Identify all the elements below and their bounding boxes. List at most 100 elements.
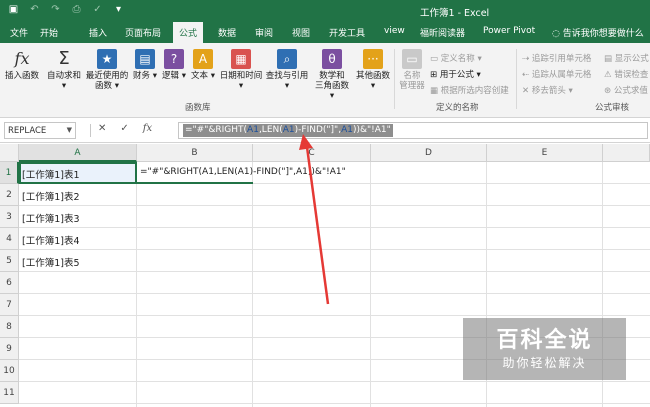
row-header-10[interactable]: 10 [0, 360, 19, 382]
tag-icon: ▭ [402, 49, 422, 69]
row-header-1[interactable]: 1 [0, 162, 19, 184]
quick-access-toolbar: ▣ ↶ ↷ ⎙ ✓ ▾ [8, 4, 124, 15]
tab-power-pivot[interactable]: Power Pivot [483, 26, 535, 36]
cancel-icon[interactable]: ✕ [98, 123, 106, 134]
row-header-9[interactable]: 9 [0, 338, 19, 360]
math-trig-button[interactable]: θ 数学和 三角函数 ▾ [312, 49, 352, 101]
gridline [19, 249, 650, 250]
row-header-7[interactable]: 7 [0, 294, 19, 316]
enter-icon[interactable]: ✓ [120, 123, 128, 134]
ribbon-divider [516, 49, 517, 109]
row-header-4[interactable]: 4 [0, 228, 19, 250]
row-header-5[interactable]: 5 [0, 250, 19, 272]
lightbulb-icon: ◌ [552, 29, 563, 39]
tab-developer[interactable]: 开发工具 [329, 26, 365, 39]
group-label-formula-auditing: 公式审核 [595, 103, 630, 113]
name-box[interactable]: REPLACE ▼ [4, 122, 76, 139]
tab-foxit-reader[interactable]: 福昕阅读器 [420, 26, 465, 39]
tell-me-search[interactable]: ◌ 告诉我你想要做什么 [552, 26, 644, 39]
theta-icon: θ [322, 49, 342, 69]
tab-review[interactable]: 审阅 [255, 26, 273, 39]
autosum-button[interactable]: Σ 自动求和 ▾ [45, 49, 83, 92]
column-header-f[interactable] [603, 144, 650, 162]
recently-used-button[interactable]: ★ 最近使用的 函数 ▾ [84, 49, 130, 91]
text-button[interactable]: A 文本 ▾ [190, 49, 216, 81]
undo-icon[interactable]: ↶ [29, 4, 40, 15]
formula-input[interactable]: ="#"&RIGHT(A1,LEN(A1)-FIND("]",A1))&"!A1… [178, 122, 648, 139]
row-header-11[interactable]: 11 [0, 382, 19, 404]
watermark-title: 百科全说 [496, 328, 593, 353]
window-title: 工作簿1 - Excel [420, 8, 490, 19]
row-header-2[interactable]: 2 [0, 184, 19, 206]
remove-arrows-button[interactable]: ✕ 移去箭头 ▾ [522, 84, 573, 96]
cell-a5[interactable]: [工作簿1]表5 [19, 255, 80, 269]
chevron-down-icon[interactable]: ▼ [67, 126, 72, 134]
book-icon: ▤ [135, 49, 155, 69]
cell-a2[interactable]: [工作簿1]表2 [19, 189, 80, 203]
gridline [19, 293, 650, 294]
tab-file[interactable]: 文件 [10, 26, 28, 39]
ribbon-tabs: 文件 开始 插入 页面布局 公式 数据 审阅 视图 开发工具 view 福昕阅读… [0, 22, 650, 43]
show-formulas-icon: ▤ [604, 54, 615, 64]
tab-home[interactable]: 开始 [40, 26, 58, 39]
column-header-d[interactable]: D [371, 144, 487, 162]
trace-precedents-button[interactable]: ⇢ 追踪引用单元格 [522, 52, 591, 64]
insert-function-icon[interactable]: fx [143, 123, 152, 134]
insert-function-button[interactable]: fx 插入函数 [3, 49, 41, 81]
use-in-formula-button[interactable]: ⊞ 用于公式 ▾ [430, 68, 481, 80]
dots-icon: ··· [363, 49, 383, 69]
gridline [136, 162, 137, 407]
logical-button[interactable]: ? 逻辑 ▾ [161, 49, 187, 81]
save-icon[interactable]: ▣ [8, 4, 19, 15]
define-name-button[interactable]: ▭ 定义名称 ▾ [430, 52, 482, 64]
row-header-8[interactable]: 8 [0, 316, 19, 338]
evaluate-formula-button[interactable]: ⊛ 公式求值 [604, 84, 648, 96]
gridline [19, 381, 650, 382]
show-formulas-button[interactable]: ▤ 显示公式 [604, 52, 649, 64]
tab-formulas[interactable]: 公式 [173, 22, 204, 43]
star-icon: ★ [97, 49, 117, 69]
remove-arrows-icon: ✕ [522, 86, 532, 96]
formula-text-selected: ="#"&RIGHT(A1,LEN(A1)-FIND("]",A1))&"!A1… [183, 124, 393, 137]
column-header-a[interactable]: A [19, 144, 137, 162]
row-header-3[interactable]: 3 [0, 206, 19, 228]
formula-buttons: ✕ ✓ fx [98, 123, 152, 134]
redo-icon[interactable]: ↷ [50, 4, 61, 15]
grid-small-icon: ▦ [430, 86, 441, 96]
formula-bar-divider [90, 124, 91, 137]
fx-icon: fx [14, 49, 30, 68]
cell-a1[interactable]: [工作簿1]表1 [19, 167, 80, 181]
customize-qat-icon[interactable]: ▾ [113, 4, 124, 15]
column-header-e[interactable]: E [487, 144, 603, 162]
print-preview-icon[interactable]: ⎙ [71, 4, 82, 15]
cell-b1-formula[interactable]: ="#"&RIGHT(A1,LEN(A1)-FIND("]",A1))&"!A1… [137, 167, 346, 177]
group-label-function-library: 函数库 [185, 103, 211, 113]
row-header-6[interactable]: 6 [0, 272, 19, 294]
gridline [19, 315, 650, 316]
formula-small-icon: ⊞ [430, 70, 440, 80]
name-manager-button[interactable]: ▭ 名称 管理器 [398, 49, 426, 91]
gridline [19, 227, 650, 228]
trace-dependents-button[interactable]: ⇠ 追踪从属单元格 [522, 68, 591, 80]
tab-view-en[interactable]: view [384, 26, 405, 36]
cell-a3[interactable]: [工作簿1]表3 [19, 211, 80, 225]
watermark-subtitle: 助你轻松解决 [502, 356, 587, 370]
error-checking-button[interactable]: ⚠ 错误检查 [604, 68, 648, 80]
watermark-logo: 百科全说 助你轻松解决 [463, 318, 626, 380]
column-header-c[interactable]: C [253, 144, 371, 162]
tab-data[interactable]: 数据 [218, 26, 236, 39]
create-from-selection-button[interactable]: ▦ 根据所选内容创建 [430, 84, 509, 96]
more-functions-button[interactable]: ··· 其他函数 ▾ [354, 49, 392, 91]
financial-button[interactable]: ▤ 财务 ▾ [132, 49, 158, 81]
spelling-icon[interactable]: ✓ [92, 4, 103, 15]
formula-bar: REPLACE ▼ ✕ ✓ fx ="#"&RIGHT(A1,LEN(A1)-F… [0, 118, 650, 143]
datetime-button[interactable]: ▦ 日期和时间 ▾ [218, 49, 264, 91]
column-header-b[interactable]: B [137, 144, 253, 162]
cell-a4[interactable]: [工作簿1]表4 [19, 233, 80, 247]
trace-arrow-icon: ⇢ [522, 54, 532, 64]
tab-page-layout[interactable]: 页面布局 [125, 26, 161, 39]
select-all-corner[interactable] [0, 144, 19, 162]
lookup-reference-button[interactable]: ⌕ 查找与引用 ▾ [264, 49, 310, 91]
tab-view[interactable]: 视图 [292, 26, 310, 39]
tab-insert[interactable]: 插入 [89, 26, 107, 39]
